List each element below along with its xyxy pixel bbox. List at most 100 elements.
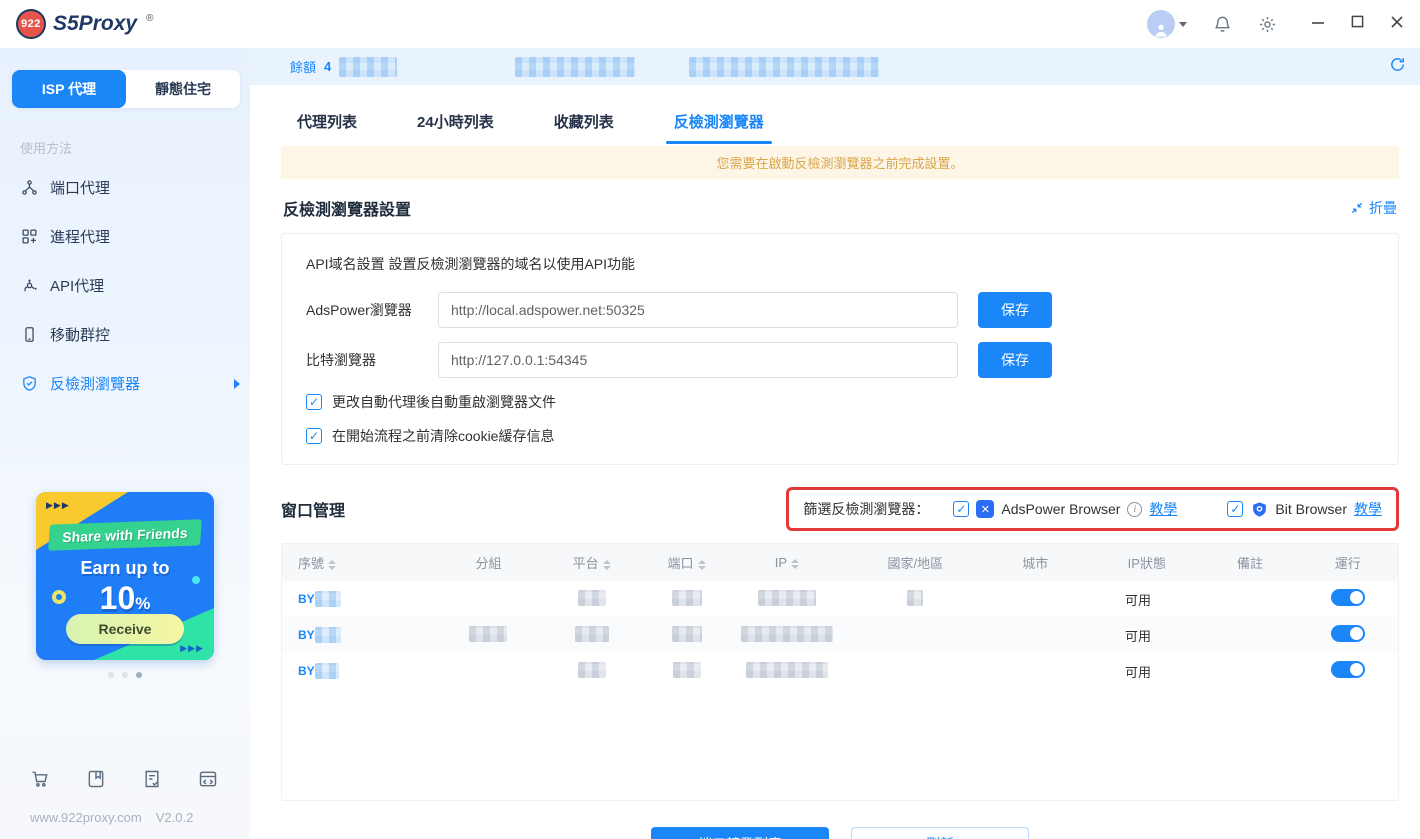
site-url: www.922proxy.com (30, 810, 142, 825)
refresh-icon[interactable] (1389, 56, 1406, 78)
setup-notice: 您需要在啟動反檢測瀏覽器之前完成設置。 (281, 146, 1399, 179)
settings-gear-icon[interactable] (1258, 15, 1277, 34)
redacted-info (515, 56, 636, 77)
banner-arrows-top: ▶▶▶ (46, 500, 70, 510)
filter-bitbrowser: ✓ Bit Browser 教學 (1227, 499, 1382, 519)
table-row[interactable]: BY 可用 (282, 653, 1398, 689)
port-proxy-icon (20, 179, 38, 197)
banner-ribbon: Share with Friends (48, 519, 202, 551)
app-version: V2.0.2 (155, 810, 194, 825)
proxy-type-switch: ISP 代理 靜態住宅 (12, 70, 240, 108)
table-row[interactable]: BY 可用 (282, 617, 1398, 653)
window-maximize-button[interactable] (1351, 15, 1364, 33)
redacted-info (689, 56, 880, 77)
account-menu[interactable] (1147, 10, 1187, 38)
sidebar-item-anti-detect-browser[interactable]: 反檢測瀏覽器 (0, 359, 250, 408)
clear-cookie-checkbox-label: 在開始流程之前清除cookie緩存信息 (332, 428, 555, 444)
sidebar-item-label: 反檢測瀏覽器 (50, 376, 141, 393)
running-toggle[interactable] (1330, 661, 1365, 678)
port-forward-list-button[interactable]: 端口轉發列表 (651, 827, 829, 839)
window-minimize-button[interactable] (1311, 15, 1325, 34)
window-close-button[interactable] (1390, 15, 1404, 34)
sidebar-item-label: 移動群控 (50, 327, 111, 344)
col-serial[interactable]: 序號 (282, 544, 444, 581)
col-city: 城市 (979, 544, 1092, 581)
docs-book-icon[interactable] (86, 769, 106, 794)
table-row[interactable]: BY 可用 (282, 581, 1398, 617)
sidebar-item-label: API代理 (50, 278, 105, 295)
notifications-bell-icon[interactable] (1213, 15, 1232, 34)
sort-icon (602, 559, 611, 570)
sidebar: ISP 代理 靜態住宅 使用方法 端口代理 進程代理 API代理 移動群控 反檢… (0, 48, 250, 839)
collapse-toggle[interactable]: 折疊 (1350, 198, 1397, 218)
sidebar-item-label: 端口代理 (50, 180, 111, 197)
tab-24h-list[interactable]: 24小時列表 (415, 103, 496, 144)
filter-label: 篩選反檢測瀏覽器： (803, 501, 930, 517)
bitbrowser-url-input[interactable] (438, 342, 958, 378)
window-table: 序號 分組 平台 端口 IP 國家/地區 城市 IP狀態 備註 運行 BY 可用… (281, 543, 1399, 801)
col-ip-status: IP狀態 (1091, 544, 1203, 581)
balance-bar: 餘額 4 (250, 48, 1420, 85)
filter-adspower: ✓ ✕ AdsPower Browser i 教學 (953, 499, 1177, 519)
app-window: 922 S5Proxy ® ISP 代理 靜態住宅 使用方法 端口代理 進程代理… (0, 0, 1420, 839)
sidebar-item-process-proxy[interactable]: 進程代理 (0, 212, 250, 261)
adspower-filter-checkbox[interactable]: ✓ (953, 501, 970, 517)
refresh-button[interactable]: 刷新 (851, 827, 1029, 839)
col-country: 國家/地區 (851, 544, 980, 581)
col-port[interactable]: 端口 (650, 544, 723, 581)
banner-line1: Earn up to (80, 558, 170, 578)
col-ip[interactable]: IP (722, 544, 852, 581)
save-bitbrowser-button[interactable]: 保存 (978, 342, 1052, 378)
cart-icon[interactable] (30, 769, 50, 794)
collapse-icon (1351, 202, 1363, 214)
browser-filter-highlight: 篩選反檢測瀏覽器： ✓ ✕ AdsPower Browser i 教學 ✓ Bi… (786, 487, 1399, 531)
submenu-arrow-icon (234, 378, 240, 389)
sidebar-item-label: 進程代理 (50, 229, 111, 246)
anti-detect-shield-icon (20, 375, 38, 393)
tab-isp-proxy[interactable]: ISP 代理 (12, 70, 126, 108)
banner-carousel-dots[interactable] (0, 672, 250, 678)
api-settings-card: API域名設置 設置反檢測瀏覽器的域名以使用API功能 AdsPower瀏覽器 … (281, 233, 1399, 465)
sidebar-item-mobile-control[interactable]: 移動群控 (0, 310, 250, 359)
adspower-tutorial-link[interactable]: 教學 (1149, 499, 1177, 519)
tab-proxy-list[interactable]: 代理列表 (295, 103, 359, 144)
adspower-url-input[interactable] (438, 292, 958, 328)
settings-section-title: 反檢測瀏覽器設置 (283, 202, 412, 219)
banner-arrows-bottom: ▶▶▶ (180, 643, 204, 653)
api-code-icon[interactable] (198, 769, 218, 794)
avatar[interactable] (1147, 10, 1175, 38)
sidebar-item-port-proxy[interactable]: 端口代理 (0, 163, 250, 212)
tab-favorites-list[interactable]: 收藏列表 (552, 103, 616, 144)
col-remark: 備註 (1202, 544, 1298, 581)
restart-browser-checkbox[interactable]: ✓ (306, 394, 322, 410)
running-toggle[interactable] (1330, 625, 1365, 642)
adspower-logo-icon: ✕ (976, 500, 995, 518)
balance-value-prefix: 4 (324, 59, 332, 74)
bitbrowser-tutorial-link[interactable]: 教學 (1354, 499, 1382, 519)
bitbrowser-logo-icon (1250, 500, 1268, 518)
restart-browser-checkbox-label: 更改自動代理後自動重啟瀏覽器文件 (332, 394, 556, 410)
banner-ring-decor (52, 590, 66, 604)
ip-status-cell: 可用 (1125, 592, 1152, 608)
sort-icon (791, 558, 800, 569)
sidebar-section-label: 使用方法 (20, 141, 73, 156)
api-proxy-icon (20, 277, 38, 295)
banner-dot-decor (192, 576, 200, 584)
tab-anti-detect-browser[interactable]: 反檢測瀏覽器 (665, 103, 772, 144)
order-check-icon[interactable] (142, 769, 162, 794)
collapse-label: 折疊 (1369, 200, 1397, 216)
info-icon[interactable]: i (1127, 501, 1143, 517)
receive-button[interactable]: Receive (66, 614, 184, 644)
sidebar-item-api-proxy[interactable]: API代理 (0, 261, 250, 310)
save-adspower-button[interactable]: 保存 (978, 292, 1052, 328)
main-tabs: 代理列表 24小時列表 收藏列表 反檢測瀏覽器 (281, 95, 1399, 144)
col-group: 分組 (443, 544, 534, 581)
tab-static-residential[interactable]: 靜態住宅 (126, 70, 240, 108)
adspower-field-label: AdsPower瀏覽器 (306, 302, 412, 318)
redacted-balance (339, 56, 398, 77)
col-platform[interactable]: 平台 (533, 544, 651, 581)
clear-cookie-checkbox[interactable]: ✓ (306, 428, 322, 444)
promo-banner[interactable]: ▶▶▶ Share with Friends Earn up to 10% Re… (36, 492, 214, 660)
running-toggle[interactable] (1330, 589, 1365, 606)
bitbrowser-filter-checkbox[interactable]: ✓ (1227, 501, 1244, 517)
